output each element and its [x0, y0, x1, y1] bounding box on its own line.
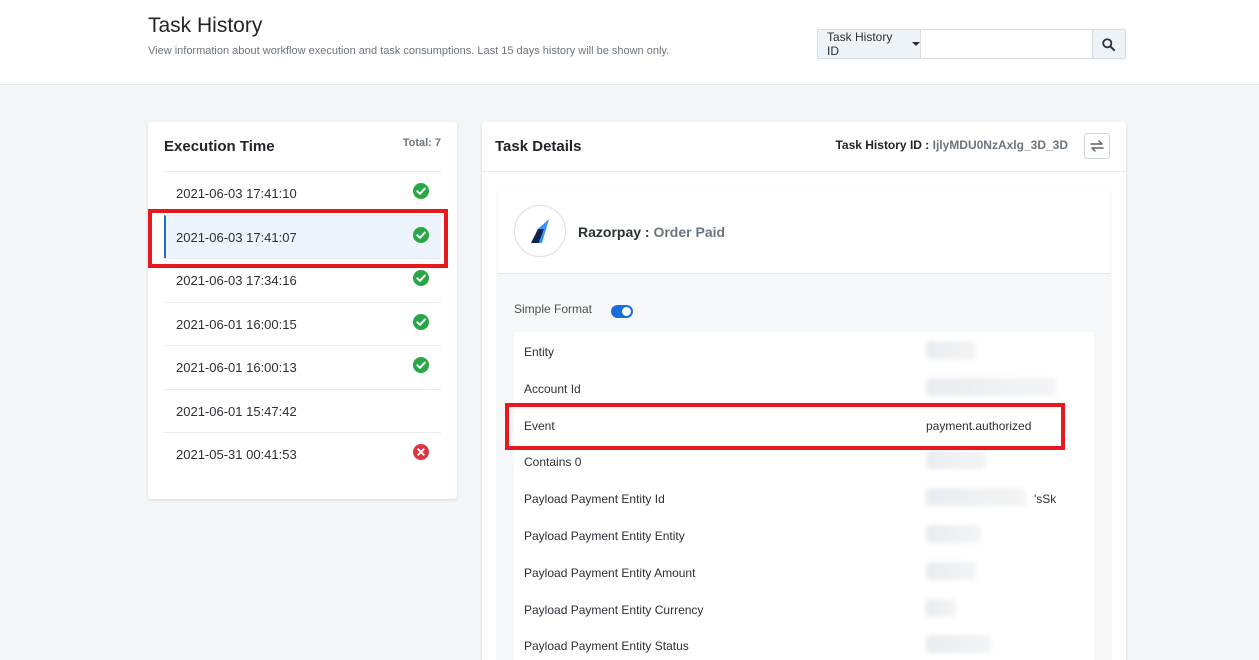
app-task-card: Razorpay : Order Paid Simple Format Enti… [498, 188, 1110, 660]
caret-down-icon [911, 42, 920, 46]
page-header: Task History View information about work… [0, 0, 1259, 85]
execution-item[interactable]: 2021-05-31 00:41:53 [164, 432, 441, 476]
search-button[interactable] [1091, 30, 1125, 58]
execution-time: 2021-05-31 00:41:53 [176, 447, 297, 462]
field-row: Account Id [514, 369, 1094, 406]
simple-format-toggle[interactable] [611, 305, 633, 318]
execution-item[interactable]: 2021-06-03 17:41:10 [164, 171, 441, 215]
app-title: Razorpay : Order Paid [578, 224, 725, 240]
redacted-value [926, 341, 976, 359]
field-row: Payload Payment Entity Amount [514, 553, 1094, 590]
field-name: Account Id [524, 381, 581, 396]
field-name: Payload Payment Entity Status [524, 639, 689, 654]
redacted-value [926, 524, 981, 543]
app-name: Razorpay : [578, 224, 650, 240]
execution-time-title: Execution Time [164, 138, 275, 155]
swap-arrows-icon [1090, 140, 1104, 152]
execution-item[interactable]: 2021-06-01 15:47:42 [164, 388, 441, 433]
check-circle-icon [413, 313, 429, 330]
field-name: Payload Payment Entity Currency [524, 602, 704, 617]
redacted-value [926, 598, 956, 617]
redacted-value [926, 451, 986, 470]
check-circle-icon [413, 226, 429, 243]
razorpay-logo [514, 205, 566, 257]
execution-time: 2021-06-03 17:41:10 [176, 186, 297, 201]
search-filter-dropdown[interactable]: Task History ID [818, 30, 921, 58]
field-row: Entity [514, 332, 1094, 369]
task-data-fields: Entity Account Id Event payment.authorized C… [514, 332, 1094, 660]
app-event: Order Paid [653, 224, 726, 240]
execution-time: 2021-06-01 16:00:15 [176, 316, 297, 332]
field-row: Payload Payment Entity Currency [514, 590, 1094, 627]
task-history-id: Task History ID : IjlyMDU0NzAxlg_3D_3D [835, 138, 1068, 152]
app-task-header: Razorpay : Order Paid [498, 188, 1110, 274]
search-input[interactable] [920, 30, 1092, 58]
field-row: Event payment.authorized [514, 406, 1094, 443]
field-name: Payload Payment Entity Entity [524, 528, 685, 543]
execution-list: 2021-06-03 17:41:10 2021-06-03 17:41:07 20… [164, 171, 441, 476]
search-filter-label: Task History ID [827, 30, 893, 58]
task-history-search: Task History ID [817, 29, 1126, 59]
execution-item[interactable]: 2021-06-01 16:00:15 [164, 301, 441, 346]
check-circle-icon [413, 357, 429, 373]
field-row: Contains 0 [514, 442, 1094, 479]
field-name: Entity [524, 345, 555, 359]
redacted-value [926, 561, 976, 580]
check-circle-icon [413, 183, 429, 199]
execution-time: 2021-06-01 16:00:13 [176, 360, 297, 375]
page-subtitle: View information about workflow executio… [148, 45, 670, 57]
field-value: payment.authorized [926, 418, 1032, 433]
execution-total-count: Total: 7 [402, 137, 441, 149]
field-name: Contains 0 [524, 455, 582, 470]
swap-button[interactable] [1084, 133, 1110, 159]
execution-time-panel: Execution Time Total: 7 2021-06-03 17:41… [148, 122, 457, 499]
execution-item[interactable]: 2021-06-03 17:41:07 [164, 214, 441, 258]
divider [482, 171, 1126, 172]
search-icon [1102, 37, 1116, 51]
execution-time: 2021-06-03 17:41:07 [176, 229, 297, 245]
redacted-value [926, 488, 1026, 507]
task-details-panel: Task Details Task History ID : IjlyMDU0N… [482, 122, 1126, 660]
execution-item[interactable]: 2021-06-01 16:00:13 [164, 345, 441, 389]
task-history-id-label: Task History ID : [835, 138, 930, 152]
task-details-title: Task Details [495, 138, 582, 155]
check-circle-icon [413, 270, 429, 286]
simple-format-label: Simple Format [514, 302, 593, 316]
execution-item[interactable]: 2021-06-03 17:34:16 [164, 258, 441, 302]
field-row: Payload Payment Entity Id 'sSk [514, 479, 1094, 516]
field-row: Payload Payment Entity Entity [514, 516, 1094, 553]
redacted-value [926, 377, 1056, 396]
x-circle-icon [413, 444, 429, 460]
field-name: Payload Payment Entity Amount [524, 565, 696, 580]
task-history-id-value: IjlyMDU0NzAxlg_3D_3D [932, 138, 1068, 152]
execution-time: 2021-06-01 15:47:42 [176, 403, 297, 419]
redacted-value [926, 635, 991, 654]
field-value: 'sSk [1034, 492, 1057, 507]
razorpay-logo-icon [531, 219, 549, 243]
field-name: Event [524, 418, 555, 433]
page-title: Task History [148, 14, 263, 37]
execution-time: 2021-06-03 17:34:16 [176, 273, 297, 288]
field-row: Payload Payment Entity Status [514, 626, 1094, 660]
field-name: Payload Payment Entity Id [524, 492, 665, 507]
